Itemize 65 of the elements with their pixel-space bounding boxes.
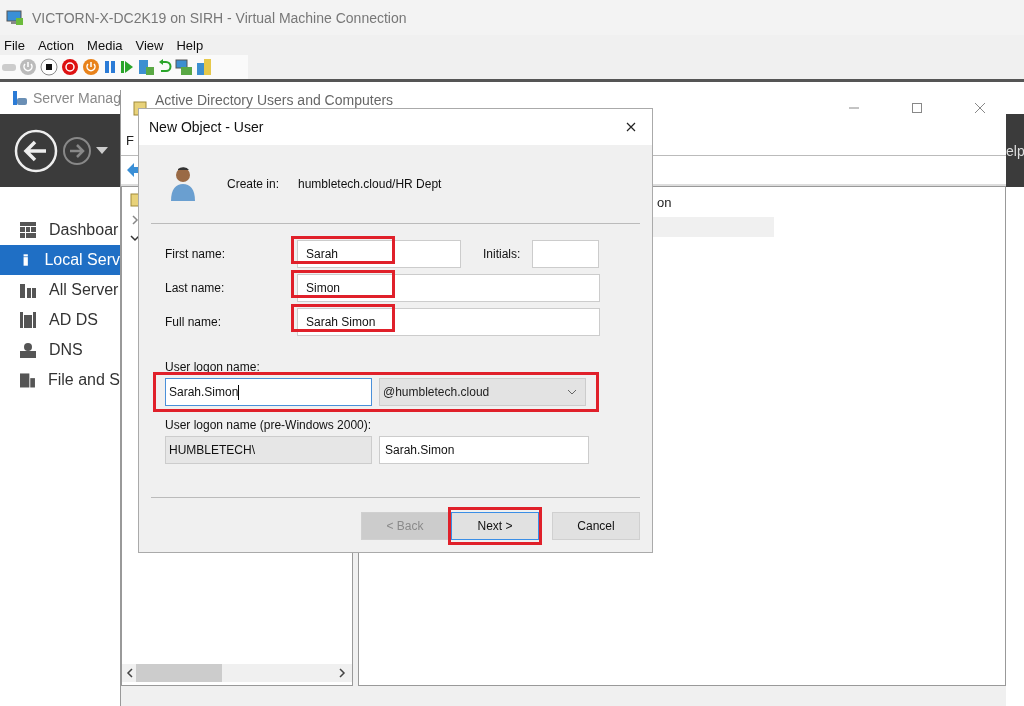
field-label: Initials: [483,247,521,261]
input-field[interactable]: Simon [297,274,600,302]
field-label: User logon name (pre-Windows 2000): [165,418,372,432]
field-label: Full name: [165,315,223,329]
dns-icon [20,342,36,358]
forward-icon[interactable] [62,135,92,166]
scrollbar[interactable] [122,664,352,682]
monitor-icon [6,9,24,26]
menu-item[interactable]: elp [1006,142,1024,159]
user-icon [169,165,197,203]
menu-item[interactable]: File [4,37,25,53]
server-manager-icon [12,90,28,106]
dialog-button[interactable]: Next > [451,512,539,540]
storage-icon[interactable] [196,58,212,76]
scroll-right-icon[interactable] [338,668,346,678]
dialog-title: New Object - User [149,119,264,135]
menu-item[interactable]: Media [87,37,123,53]
undo-icon[interactable] [158,59,172,75]
expand-icon[interactable] [130,215,140,225]
menu-item[interactable]: Help [176,37,204,53]
window-title: Server Manag [33,90,121,106]
nav-item[interactable]: Local Serv [0,245,120,275]
menu-item[interactable]: View [135,37,164,53]
domain-dropdown[interactable]: @humbletech.cloud [379,378,586,406]
menu-item[interactable]: Action [37,37,75,53]
input-field: HUMBLETECH\ [165,436,372,464]
nav-item[interactable]: AD DS [0,305,120,335]
field-label: First name: [165,247,226,261]
container-path: humbletech.cloud/HR Dept [298,177,442,191]
collapse-icon[interactable] [130,233,140,243]
window-title: VICTORN-X-DC2K19 on SIRH - Virtual Machine Connection [32,9,407,26]
field-label: Create in: [227,177,281,191]
scroll-left-icon[interactable] [126,668,134,678]
input-field[interactable]: Sarah.Simon [379,436,589,464]
servers-icon [20,282,36,298]
file-share-icon [20,372,35,388]
field-label: Last name: [165,281,226,295]
window-title: Active Directory Users and Computers [155,92,394,108]
close-icon[interactable] [626,122,636,132]
dashboard-icon [20,222,36,238]
pause-icon[interactable] [103,60,117,74]
power-icon[interactable] [82,58,100,76]
maximize-icon[interactable] [911,101,923,114]
server-icon[interactable] [137,58,155,76]
input-field[interactable] [532,240,600,268]
back-icon[interactable] [14,128,58,173]
start-icon[interactable] [19,58,37,76]
nav-item[interactable]: DNS [0,335,120,365]
shutdown-icon[interactable] [61,58,79,76]
dialog-button[interactable]: Cancel [552,512,640,540]
chevron-down-icon [567,389,577,395]
play-icon[interactable] [120,60,134,74]
input-field[interactable]: Sarah [297,240,461,268]
nav-item[interactable]: Dashboar [0,215,120,245]
nav-item[interactable]: File and S [0,365,120,395]
scroll-thumb[interactable] [136,664,222,682]
input-field[interactable]: Sarah Simon [297,308,600,336]
dropdown-arrow-icon[interactable] [96,146,108,155]
computers-icon[interactable] [175,58,193,76]
menu-item[interactable]: F [126,132,134,148]
nav-item[interactable]: All Server [0,275,120,305]
directory-icon [20,312,36,328]
stop-icon[interactable] [40,58,58,76]
input-field[interactable]: Sarah.Simon [165,378,372,406]
list-item[interactable]: on [657,194,679,210]
